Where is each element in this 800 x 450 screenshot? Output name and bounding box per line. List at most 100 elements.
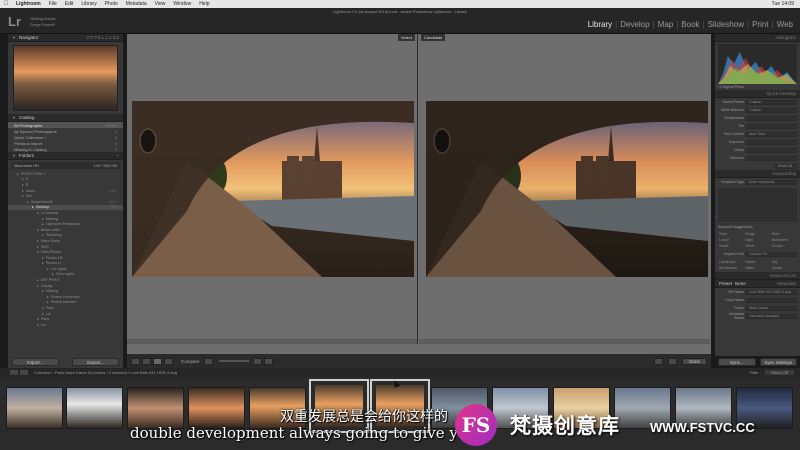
menu-window[interactable]: Window (169, 1, 195, 7)
module-map[interactable]: Map (655, 20, 677, 29)
metadata-value[interactable]: Notre Dame (746, 305, 797, 311)
disclosure-triangle-icon[interactable]: ▸ (42, 222, 44, 226)
menu-app-name[interactable]: Lightroom (12, 1, 45, 7)
metadata-header[interactable]: Preset None Metadata (715, 280, 800, 288)
disclosure-triangle-icon[interactable]: ▸ (27, 200, 29, 204)
menu-library[interactable]: Library (77, 1, 100, 7)
navigator-preview[interactable] (13, 45, 118, 111)
import-button[interactable]: Import... (12, 358, 59, 366)
next-photo-icon[interactable] (668, 357, 678, 365)
reset-all-button[interactable]: Reset All (775, 163, 797, 169)
select-pane[interactable]: Select (127, 34, 418, 344)
keyword-set-item[interactable]: Water (745, 266, 769, 270)
keyword-suggestion[interactable]: Bridge (745, 232, 769, 236)
candidate-photo[interactable] (426, 101, 708, 277)
disclosure-triangle-icon[interactable]: ▸ (32, 205, 34, 209)
tint-buttons[interactable] (746, 123, 797, 129)
volume-bar[interactable]: Macintosh HD 143 / 500 GB (11, 162, 120, 169)
disclosure-triangle-icon[interactable]: ▸ (17, 172, 19, 176)
disclosure-triangle-icon[interactable]: ▸ (42, 217, 44, 221)
disclosure-triangle-icon[interactable]: ▸ (42, 289, 44, 293)
navigator-zoom-options[interactable]: FIT FILL 1:1 3:1 (87, 35, 119, 40)
metadata-value[interactable]: Lumi Bitte 541 HDR-3.dng (746, 289, 797, 295)
saved-preset-select[interactable]: Custom (746, 99, 797, 105)
select-scrollbar[interactable] (127, 339, 417, 344)
metadata-value[interactable] (746, 297, 797, 303)
filmstrip-thumbnail[interactable] (127, 387, 184, 429)
folders-header[interactable]: ▼ Folders + (8, 152, 123, 160)
filmstrip-thumbnail[interactable] (188, 387, 245, 429)
lock-icon[interactable] (203, 357, 213, 365)
disclosure-triangle-icon[interactable]: ▸ (47, 300, 49, 304)
keyword-list-header[interactable]: Keyword List (715, 272, 800, 280)
histogram-header[interactable]: Histogram (715, 34, 800, 42)
disclosure-triangle-icon[interactable]: ▸ (37, 228, 39, 232)
keyword-entry-box[interactable] (718, 188, 797, 222)
vibrance-buttons[interactable] (746, 155, 797, 161)
sync-button[interactable]: Sync... (718, 358, 756, 366)
compare-view-icon[interactable] (153, 357, 162, 365)
clarity-buttons[interactable] (746, 147, 797, 153)
keyword-suggestion[interactable]: Louvre (719, 238, 743, 242)
keyword-set-item[interactable]: Sky (772, 260, 796, 264)
grid-view-icon[interactable] (131, 357, 140, 365)
keyword-suggestion[interactable]: River (772, 232, 796, 236)
keyword-suggestion[interactable]: Europe (772, 244, 796, 248)
filmstrip-source[interactable]: Collection : Paris Notre Dame 24 photos … (34, 370, 177, 375)
disclosure-triangle-icon[interactable]: ▸ (37, 278, 39, 282)
disclosure-triangle-icon[interactable]: ▸ (37, 239, 39, 243)
previous-photo-icon[interactable] (654, 357, 664, 365)
disclosure-triangle-icon[interactable]: ▸ (37, 317, 39, 321)
keyword-set-item[interactable]: Sunset (772, 266, 796, 270)
disclosure-triangle-icon[interactable]: ▸ (42, 256, 44, 260)
menu-edit[interactable]: Edit (61, 1, 78, 7)
metadata-preset-select[interactable]: None (735, 281, 746, 286)
disclosure-triangle-icon[interactable]: ▸ (22, 183, 24, 187)
filmstrip-thumbnail[interactable] (66, 387, 123, 429)
done-button[interactable]: Done (682, 357, 707, 365)
keyword-set-item[interactable]: Landscape (719, 260, 743, 264)
keyword-set-item[interactable]: Architecture (719, 266, 743, 270)
disclosure-triangle-icon[interactable]: ▸ (22, 194, 24, 198)
disclosure-triangle-icon[interactable]: ▸ (42, 312, 44, 316)
disclosure-triangle-icon[interactable]: ▸ (47, 295, 49, 299)
filmstrip-thumbnail[interactable] (6, 387, 63, 429)
apple-icon[interactable]:  (0, 1, 12, 7)
keyword-suggestion[interactable]: Paris (719, 232, 743, 236)
disclosure-triangle-icon[interactable]: ▸ (42, 233, 44, 237)
keyword-tags-select[interactable]: Enter Keywords (746, 179, 797, 185)
module-slideshow[interactable]: Slideshow (705, 20, 747, 29)
folder-item[interactable]: ▸ Lrx (8, 322, 123, 328)
survey-view-icon[interactable] (164, 357, 173, 365)
disclosure-triangle-icon[interactable]: ▸ (22, 177, 24, 181)
disclosure-triangle-icon[interactable]: ▸ (37, 250, 39, 254)
disclosure-triangle-icon[interactable]: ▸ (42, 261, 44, 265)
catalog-header[interactable]: ▼ Catalog (8, 114, 123, 122)
module-print[interactable]: Print (749, 20, 771, 29)
disclosure-triangle-icon[interactable]: ▸ (47, 267, 49, 271)
temperature-buttons[interactable] (746, 115, 797, 121)
disclosure-triangle-icon[interactable]: ▸ (42, 306, 44, 310)
keyword-set-select[interactable]: Outdoor Ph (746, 251, 797, 257)
module-develop[interactable]: Develop (617, 20, 652, 29)
disclosure-triangle-icon[interactable]: ▸ (37, 284, 39, 288)
module-web[interactable]: Web (774, 20, 796, 29)
disclosure-triangle-icon[interactable]: ▸ (37, 245, 39, 249)
make-select-icon[interactable] (263, 357, 273, 365)
keywording-header[interactable]: Keywording (715, 170, 800, 178)
menu-help[interactable]: Help (195, 1, 213, 7)
keyword-suggestion[interactable]: Monument (772, 238, 796, 242)
menu-metadata[interactable]: Metadata (122, 1, 151, 7)
navigator-header[interactable]: ▼ Navigator FIT FILL 1:1 3:1 (8, 34, 123, 42)
candidate-scrollbar[interactable] (419, 339, 710, 344)
menu-photo[interactable]: Photo (101, 1, 122, 7)
quick-develop-header[interactable]: Quick Develop (715, 90, 800, 98)
export-button[interactable]: Export... (72, 358, 119, 366)
add-folder-icon[interactable]: + (116, 153, 119, 158)
swap-icon[interactable] (252, 357, 262, 365)
keyword-set-item[interactable]: Nature (745, 260, 769, 264)
select-photo[interactable] (132, 101, 414, 277)
keyword-suggestion[interactable]: Night (745, 238, 769, 242)
white-balance-select[interactable]: Custom (746, 107, 797, 113)
disclosure-triangle-icon[interactable]: ▸ (52, 272, 54, 276)
